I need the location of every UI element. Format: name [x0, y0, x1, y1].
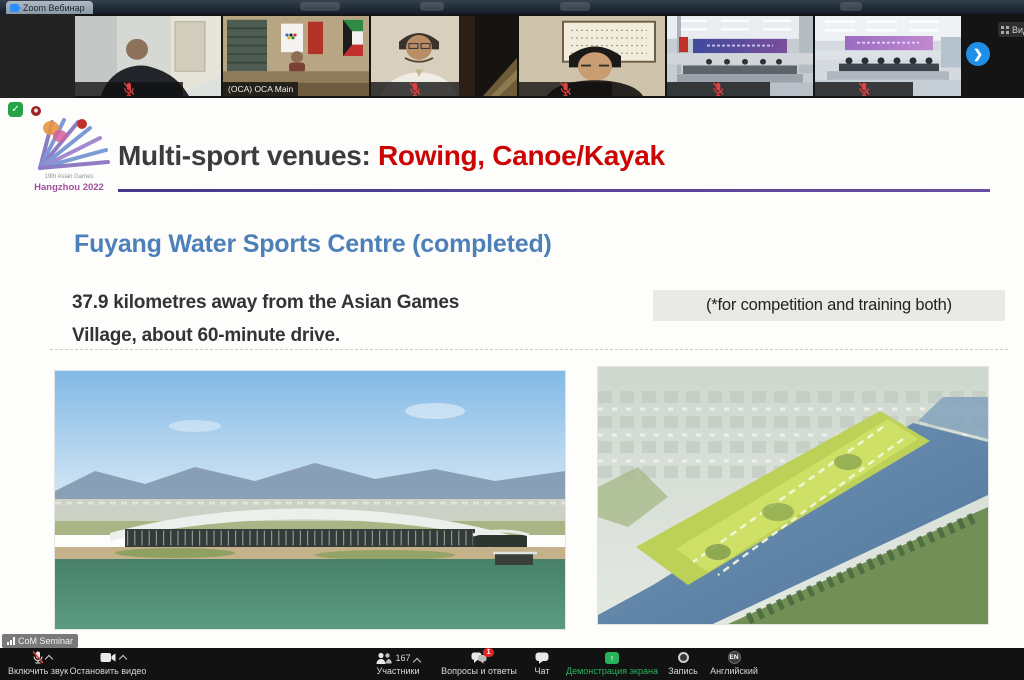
slide-title-highlight: Rowing, Canoe/Kayak — [378, 140, 665, 171]
share-screen-button[interactable]: Демонстрация экрана — [564, 650, 660, 678]
record-button[interactable]: Запись — [662, 650, 704, 678]
mic-options-caret[interactable] — [46, 654, 52, 660]
participants-button[interactable]: 167 Участники — [366, 650, 430, 678]
muted-mic-icon — [80, 82, 178, 96]
gallery-left-padding — [0, 14, 75, 98]
distance-text-line2: Village, about 60-minute drive. — [72, 319, 459, 352]
interpretation-button[interactable]: EN Английский — [708, 650, 760, 678]
logo-line2: Hangzhou 2022 — [26, 182, 112, 193]
view-button[interactable]: Вид — [998, 22, 1024, 37]
muted-mic-icon — [524, 82, 607, 96]
video-options-caret[interactable] — [120, 654, 126, 660]
zoom-webinar-window: Zoom Вебинар (Uzbekistan) — [0, 0, 1024, 680]
asian-games-logo: 19th Asian Games Hangzhou 2022 — [26, 112, 112, 204]
window-tab[interactable]: Zoom Вебинар — [6, 1, 93, 14]
distance-text-line1: 37.9 kilometres away from the Asian Game… — [72, 286, 459, 319]
meeting-status-badge: CoM Seminar — [2, 634, 78, 648]
security-shield-icon: ✓ — [8, 102, 23, 117]
dashed-divider — [50, 349, 1008, 350]
view-button-label: Вид — [1012, 25, 1024, 35]
stop-video-button[interactable]: Остановить видео — [70, 650, 146, 678]
distance-text: 37.9 kilometres away from the Asian Game… — [72, 286, 459, 352]
qa-label: Вопросы и ответы — [441, 666, 517, 676]
video-tile-jinhua[interactable]: Co-host City Jinhua — [815, 16, 961, 96]
stop-video-label: Остановить видео — [70, 666, 147, 676]
qa-button[interactable]: 1 Вопросы и ответы — [438, 650, 520, 678]
zoom-camera-icon — [10, 4, 19, 12]
video-tile-mr-haider[interactable]: (OCA) Mr Haider — [371, 16, 517, 96]
fan-emblem-icon — [26, 112, 112, 172]
unmute-button[interactable]: Включить звук — [6, 650, 70, 678]
video-camera-icon — [100, 652, 116, 663]
participant-name-bar: Co-host City Huzhou — [667, 82, 770, 96]
note-text: (*for competition and training both) — [706, 296, 952, 315]
window-tab-title: Zoom Вебинар — [23, 3, 85, 13]
interpretation-label: Английский — [710, 666, 758, 676]
participants-label: Участники — [377, 666, 420, 676]
titlebar-artifact — [300, 2, 340, 11]
chat-bubble-icon — [535, 652, 549, 664]
next-page-arrow-button[interactable]: ❯ — [966, 42, 990, 66]
titlebar-artifact — [420, 2, 444, 11]
interpretation-language-icon: EN — [728, 651, 741, 664]
video-tile-oca-main[interactable]: (OCA) OCA Main — [223, 16, 369, 96]
video-tile-song-luzeng[interactable]: (OCA) 宋鲁增先生 — [519, 16, 665, 96]
participant-name-bar: Co-host City Jinhua — [815, 82, 913, 96]
venue-photo-left — [55, 371, 565, 629]
logo-line1: 19th Asian Games — [26, 174, 112, 180]
meeting-name: CoM Seminar — [18, 636, 73, 646]
participants-count: 167 — [395, 653, 410, 663]
participants-icon — [376, 652, 392, 664]
participant-name-bar: (OCA) 宋鲁增先生 — [519, 82, 612, 96]
participants-options-caret[interactable] — [414, 657, 420, 663]
zoom-toolbar: Включить звук Остановить видео 1 — [0, 648, 1024, 680]
share-screen-icon — [605, 652, 619, 664]
muted-mic-icon — [32, 651, 44, 664]
titlebar-artifact — [840, 2, 862, 11]
chat-label: Чат — [535, 666, 550, 676]
video-tile-huzhou[interactable]: Co-host City Huzhou — [667, 16, 813, 96]
title-underline — [118, 189, 990, 192]
note-box: (*for competition and training both) — [653, 290, 1005, 321]
video-gallery-strip: (Uzbekistan) Nozim ... — [0, 14, 1024, 98]
share-screen-label: Демонстрация экрана — [566, 666, 658, 676]
window-title-bar: Zoom Вебинар — [0, 0, 1024, 14]
slide-title: Multi-sport venues: Rowing, Canoe/Kayak — [118, 140, 665, 172]
shared-screen-slide: ✓ 19th Asian Games Hangzhou 2022 — [0, 98, 1024, 648]
chat-button[interactable]: Чат — [526, 650, 558, 678]
participant-name: (OCA) OCA Main — [228, 84, 293, 94]
gallery-view-icon — [1001, 26, 1009, 34]
muted-mic-icon — [672, 82, 765, 96]
participant-name-bar: (OCA) Mr Haider — [371, 82, 459, 96]
titlebar-artifact — [560, 2, 590, 11]
slide-title-prefix: Multi-sport venues: — [118, 140, 378, 171]
participant-name-bar: (OCA) OCA Main — [223, 82, 298, 96]
record-label: Запись — [668, 666, 698, 676]
qa-badge: 1 — [483, 648, 494, 657]
venue-heading: Fuyang Water Sports Centre (completed) — [74, 230, 552, 259]
muted-mic-icon — [820, 82, 908, 96]
participant-name-bar: (Uzbekistan) Nozim ... — [75, 82, 183, 96]
signal-bars-icon — [7, 637, 15, 645]
record-icon — [678, 652, 689, 663]
muted-mic-icon — [376, 82, 454, 96]
unmute-label: Включить звук — [8, 666, 68, 676]
video-tile-uzbekistan[interactable]: (Uzbekistan) Nozim ... — [75, 16, 221, 96]
venue-photo-right — [598, 367, 988, 624]
